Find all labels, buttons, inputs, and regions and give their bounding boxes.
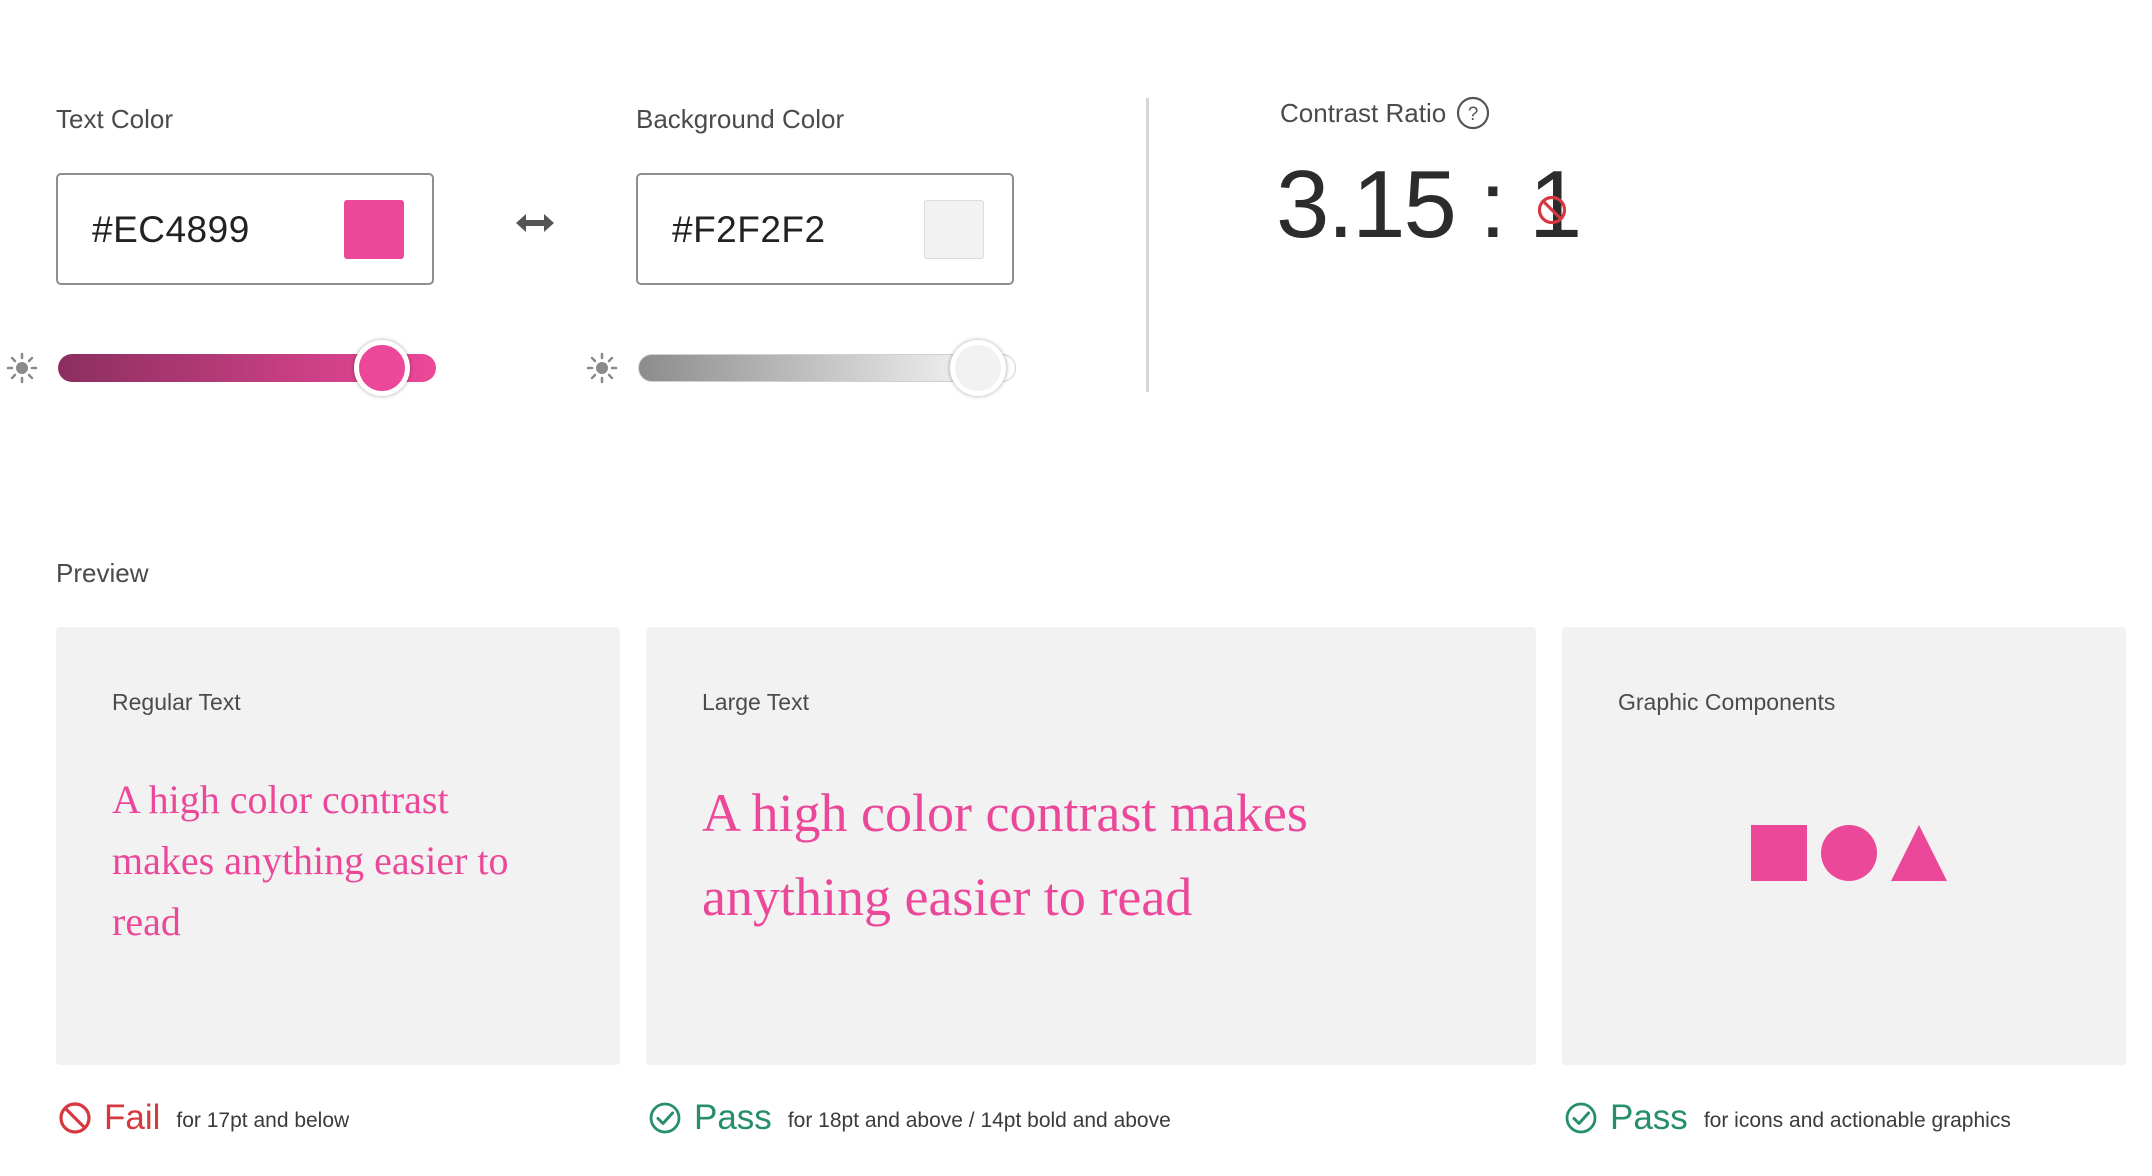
text-brightness-thumb[interactable] — [353, 340, 410, 396]
regular-text-card: Regular Text A high color contrast makes… — [56, 627, 620, 1065]
contrast-ratio-label: Contrast Ratio — [1280, 98, 1447, 128]
question-icon[interactable]: ? — [1456, 96, 1490, 130]
background-color-field[interactable]: #F2F2F2 — [636, 173, 1014, 285]
square-shape — [1751, 825, 1807, 881]
preview-label: Preview — [56, 558, 149, 588]
text-brightness-slider[interactable] — [58, 340, 436, 396]
card-title: Large Text — [702, 689, 809, 715]
large-text-sample: A high color contrast makes anything eas… — [702, 783, 1308, 927]
result-description: for icons and actionable graphics — [1703, 1109, 2011, 1132]
background-color-hex-input[interactable]: #F2F2F2 — [672, 209, 826, 251]
large-text-result: Pass for 18pt and above / 14pt bold and … — [648, 1096, 1171, 1140]
fail-icon — [59, 1102, 91, 1134]
check-circle-icon — [649, 1102, 681, 1134]
text-color-label: Text Color — [56, 104, 174, 134]
brightness-sun-icon — [6, 352, 38, 384]
background-brightness-thumb[interactable] — [950, 340, 1007, 396]
result-description: for 17pt and below — [176, 1109, 350, 1132]
swap-arrows-icon[interactable] — [514, 208, 556, 238]
text-color-field[interactable]: #EC4899 — [56, 173, 434, 285]
regular-text-sample: A high color contrast makes anything eas… — [112, 777, 509, 944]
pass-status: Pass — [1610, 1098, 1688, 1137]
fail-status: Fail — [104, 1098, 161, 1137]
large-text-card: Large Text A high color contrast makes a… — [646, 627, 1536, 1065]
svg-text:?: ? — [1468, 104, 1479, 125]
background-color-swatch[interactable] — [924, 200, 984, 259]
section-divider — [1146, 98, 1149, 392]
pass-status: Pass — [694, 1098, 772, 1137]
brightness-sun-icon — [586, 352, 618, 384]
contrast-ratio-value: 3.15 : 1 — [1276, 151, 1582, 258]
card-title: Graphic Components — [1618, 689, 1836, 715]
fail-icon — [1537, 195, 1567, 225]
text-color-swatch[interactable] — [344, 200, 404, 259]
graphic-shapes — [1751, 825, 1947, 881]
triangle-shape — [1891, 825, 1947, 881]
graphic-components-card: Graphic Components — [1562, 627, 2126, 1065]
regular-text-result: Fail for 17pt and below — [58, 1096, 349, 1140]
background-color-label: Background Color — [636, 104, 845, 134]
text-color-hex-input[interactable]: #EC4899 — [92, 209, 250, 251]
background-brightness-slider[interactable] — [638, 340, 1016, 396]
card-title: Regular Text — [112, 689, 241, 715]
check-circle-icon — [1565, 1102, 1597, 1134]
circle-shape — [1821, 825, 1877, 881]
result-description: for 18pt and above / 14pt bold and above — [787, 1109, 1171, 1132]
graphic-components-result: Pass for icons and actionable graphics — [1564, 1096, 2011, 1140]
